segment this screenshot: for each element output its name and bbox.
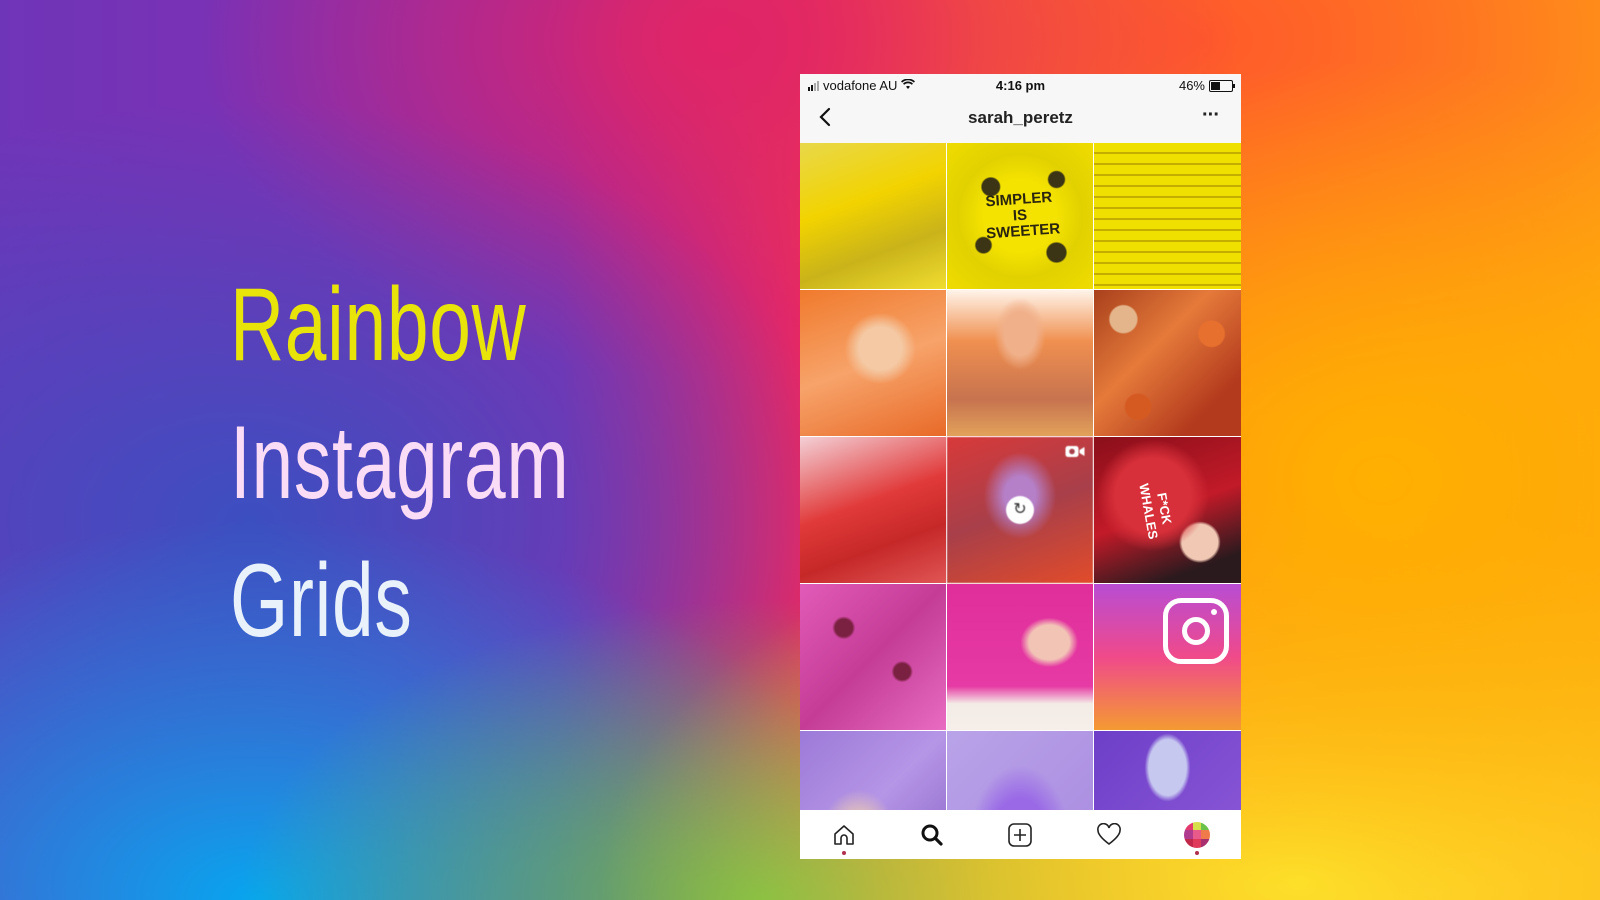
notification-dot <box>842 850 847 855</box>
tab-profile[interactable] <box>1177 815 1217 855</box>
clock: 4:16 pm <box>995 78 1046 93</box>
grid-post[interactable]: F*CK WHALES <box>1094 437 1241 583</box>
tab-activity[interactable] <box>1089 815 1129 855</box>
grid-post[interactable] <box>947 731 1093 810</box>
avatar-icon <box>1183 821 1210 848</box>
plus-square-icon <box>1008 822 1033 847</box>
video-camera-icon <box>1065 446 1085 457</box>
grid-post[interactable] <box>800 290 946 436</box>
grid-post[interactable] <box>800 584 946 730</box>
tab-home[interactable] <box>824 815 864 855</box>
post-caption: F*CK WHALES <box>1135 482 1175 541</box>
more-options-button[interactable]: ··· <box>1202 104 1220 127</box>
grid-post[interactable] <box>800 437 946 583</box>
replay-icon[interactable]: ↻ <box>1006 496 1034 524</box>
headline: Rainbow Instagram Grids <box>230 256 569 670</box>
tab-search[interactable] <box>912 815 952 855</box>
grid-post[interactable] <box>800 731 946 810</box>
grid-post[interactable] <box>1094 584 1241 730</box>
headline-line-grids: Grids <box>230 543 413 659</box>
grid-post[interactable] <box>947 290 1093 436</box>
tab-new-post[interactable] <box>1000 815 1040 855</box>
grid-post[interactable] <box>1094 143 1241 289</box>
instagram-logo-icon <box>1163 598 1229 664</box>
grid-post[interactable]: SIMPLER IS SWEETER <box>947 143 1093 289</box>
grid-post[interactable] <box>947 584 1093 730</box>
headline-line-rainbow: Rainbow <box>230 267 527 383</box>
post-grid: SIMPLER IS SWEETER ↻ F*CK WHALES <box>800 143 1241 810</box>
grid-post-video[interactable]: ↻ <box>947 437 1093 583</box>
battery-icon <box>1209 79 1235 92</box>
phone-screenshot: vodafone AU 4:16 pm 46% sarah_peretz ···… <box>800 74 1241 859</box>
bottom-tab-bar <box>800 810 1241 859</box>
notification-dot <box>1194 850 1199 855</box>
post-caption: SIMPLER IS SWEETER <box>984 188 1061 243</box>
heart-icon <box>1096 822 1121 845</box>
username-title: sarah_peretz <box>968 108 1073 127</box>
battery-percent: 46% <box>1178 78 1205 93</box>
home-icon <box>834 824 854 845</box>
grid-post[interactable] <box>1094 290 1241 436</box>
status-bar: vodafone AU 4:16 pm 46% <box>800 74 1241 98</box>
search-icon <box>921 824 943 846</box>
grid-post[interactable] <box>1094 731 1241 810</box>
headline-line-instagram: Instagram <box>230 405 570 521</box>
profile-header: sarah_peretz ··· <box>800 98 1241 143</box>
grid-post[interactable] <box>800 143 946 289</box>
